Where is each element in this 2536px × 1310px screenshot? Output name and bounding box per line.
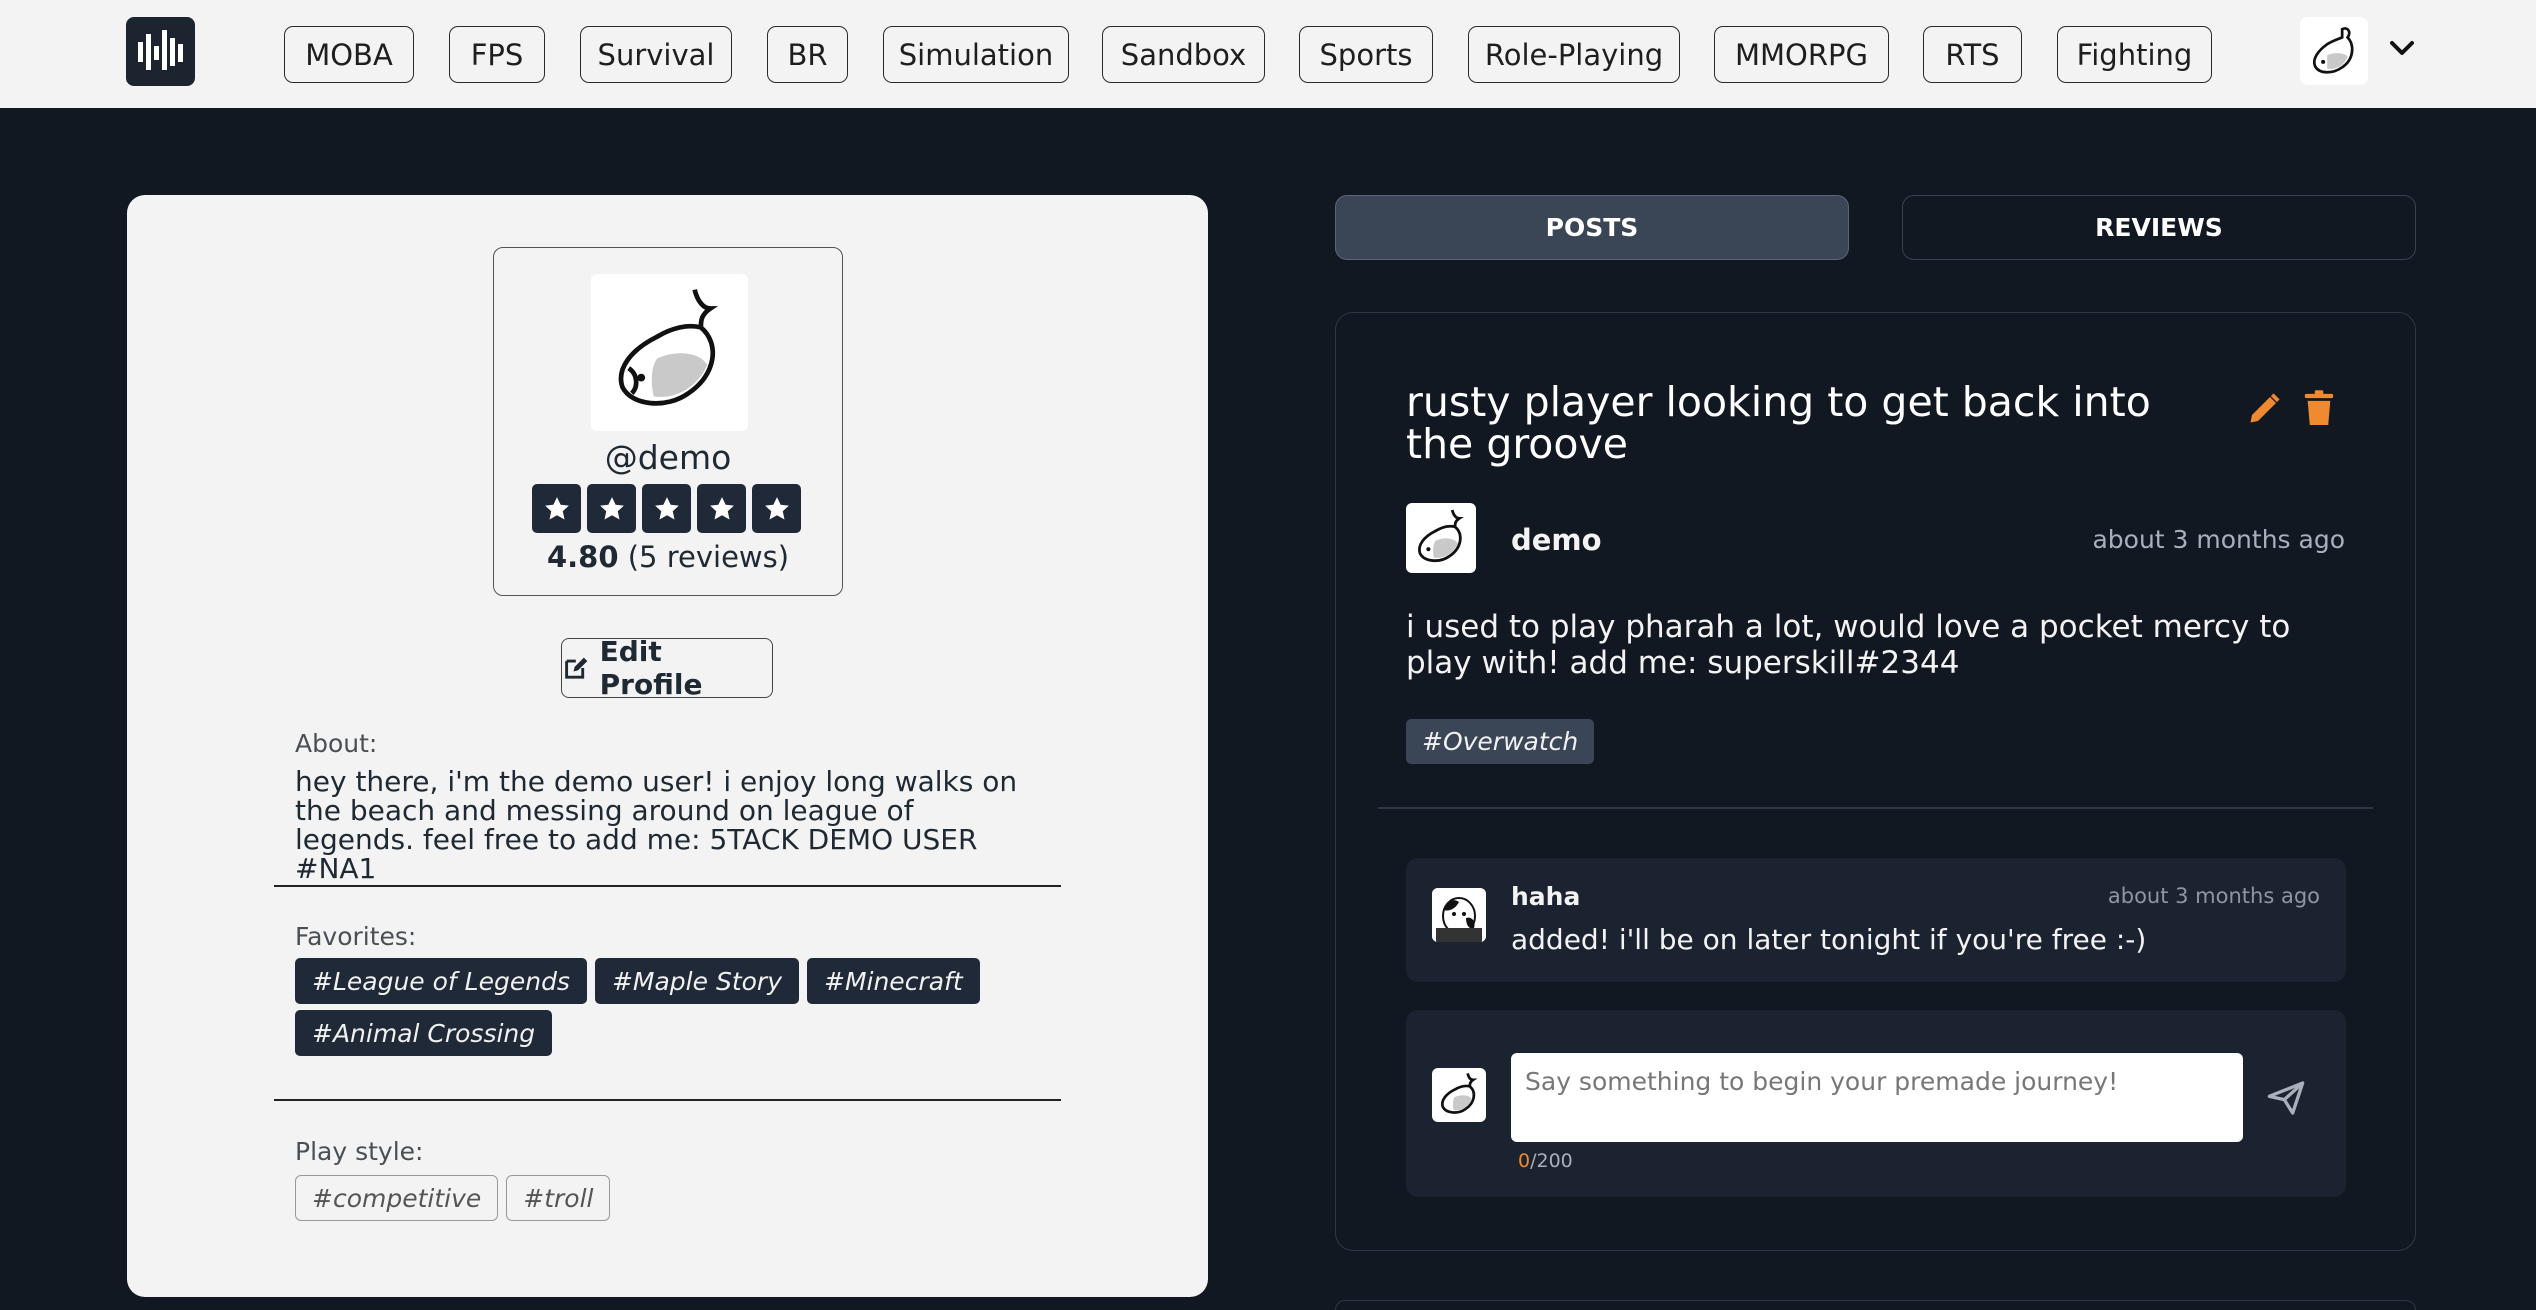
pencil-icon[interactable] <box>2246 391 2282 427</box>
favorite-tag[interactable]: #Animal Crossing <box>295 1010 553 1056</box>
character-count-current: 0 <box>1518 1150 1531 1172</box>
category-moba[interactable]: MOBA <box>284 26 414 83</box>
favorite-tag[interactable]: #League of Legends <box>295 958 587 1004</box>
playstyle-label: Play style: <box>295 1137 424 1166</box>
section-divider <box>274 1099 1061 1101</box>
comment-composer: 0/200 <box>1406 1010 2346 1197</box>
category-mmorpg[interactable]: MMORPG <box>1714 26 1889 83</box>
tab-posts[interactable]: POSTS <box>1335 195 1849 260</box>
category-sandbox[interactable]: Sandbox <box>1102 26 1265 83</box>
star-icon <box>752 484 801 533</box>
rating-count: (5 reviews) <box>627 540 790 574</box>
post-timestamp: about 3 months ago <box>2092 525 2345 554</box>
star-icon <box>587 484 636 533</box>
favorite-tag[interactable]: #Minecraft <box>807 958 980 1004</box>
about-label: About: <box>295 729 378 758</box>
favorites-label: Favorites: <box>295 922 417 951</box>
fish-avatar-icon <box>1440 1073 1478 1114</box>
post-divider <box>1378 807 2373 809</box>
post-title: rusty player looking to get back into th… <box>1406 378 2151 468</box>
comment-input[interactable] <box>1511 1053 2243 1142</box>
rating-stars <box>532 484 801 533</box>
favorites-row: #Animal Crossing <box>295 1010 553 1056</box>
post-card: rusty player looking to get back into th… <box>1335 312 2416 1251</box>
user-avatar[interactable] <box>2300 17 2368 85</box>
favorite-tag[interactable]: #Maple Story <box>594 958 799 1004</box>
commenter-name[interactable]: haha <box>1511 882 1580 911</box>
fish-avatar-icon <box>2312 27 2354 74</box>
tab-reviews[interactable]: REVIEWS <box>1902 195 2416 260</box>
profile-handle: @demo <box>604 438 732 477</box>
comment-text: added! i'll be on later tonight if you'r… <box>1511 923 2147 956</box>
post-body: i used to play pharah a lot, would love … <box>1406 609 2291 681</box>
star-icon <box>642 484 691 533</box>
playstyle-tag[interactable]: #competitive <box>295 1175 499 1221</box>
fish-avatar-icon <box>1418 509 1464 563</box>
profile-avatar <box>591 274 748 431</box>
fish-avatar-icon <box>618 289 719 406</box>
edit-profile-button[interactable]: Edit Profile <box>561 635 773 701</box>
edit-profile-label: Edit Profile <box>599 635 703 701</box>
post-author-name[interactable]: demo <box>1511 523 1602 557</box>
star-icon <box>697 484 746 533</box>
category-survival[interactable]: Survival <box>580 26 732 83</box>
playstyle-tag[interactable]: #troll <box>506 1175 611 1221</box>
category-br[interactable]: BR <box>767 26 848 83</box>
trash-icon[interactable] <box>2302 389 2336 427</box>
character-counter: 0/200 <box>1518 1150 1573 1172</box>
rating-summary: 4.80 (5 reviews) <box>494 540 842 574</box>
character-count-max: /200 <box>1530 1150 1573 1172</box>
comment-timestamp: about 3 months ago <box>2107 884 2320 908</box>
rating-value: 4.80 <box>546 540 619 574</box>
category-fighting[interactable]: Fighting <box>2057 26 2212 83</box>
profile-identity-box: @demo 4.80 (5 reviews) <box>493 247 843 596</box>
app-logo[interactable] <box>126 17 195 86</box>
playstyle-row: #competitive #troll <box>295 1175 611 1221</box>
commenter-avatar[interactable] <box>1432 888 1486 942</box>
profile-card: @demo 4.80 (5 reviews) Edit Profile Abou… <box>127 195 1208 1297</box>
comment-item: haha about 3 months ago added! i'll be o… <box>1406 858 2346 982</box>
cow-avatar-icon <box>1432 888 1486 942</box>
post-author-avatar[interactable] <box>1406 503 1476 573</box>
category-sports[interactable]: Sports <box>1299 26 1433 83</box>
top-navbar: MOBA FPS Survival BR Simulation Sandbox … <box>0 0 2536 108</box>
category-rts[interactable]: RTS <box>1923 26 2022 83</box>
edit-square-icon <box>565 657 588 679</box>
category-simulation[interactable]: Simulation <box>883 26 1069 83</box>
favorites-row: #League of Legends #Maple Story #Minecra… <box>295 958 980 1004</box>
game-tag[interactable]: #Overwatch <box>1406 719 1595 764</box>
paper-plane-icon[interactable] <box>2266 1078 2306 1118</box>
chevron-down-icon[interactable] <box>2384 30 2420 66</box>
composer-avatar <box>1432 1068 1486 1122</box>
section-divider <box>274 885 1061 887</box>
category-role-playing[interactable]: Role-Playing <box>1468 26 1680 83</box>
category-fps[interactable]: FPS <box>449 26 545 83</box>
about-text: hey there, i'm the demo user! i enjoy lo… <box>295 765 1018 885</box>
equalizer-logo-icon <box>138 30 183 70</box>
next-post-card <box>1335 1300 2416 1310</box>
star-icon <box>532 484 581 533</box>
